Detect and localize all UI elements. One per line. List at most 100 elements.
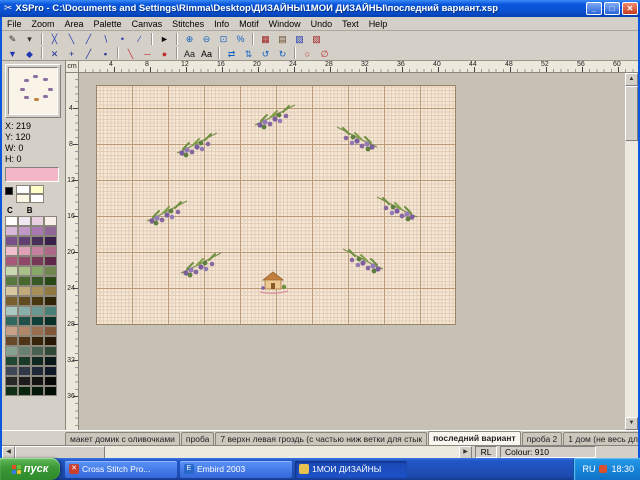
backstitch-red-icon[interactable]: ╲ (123, 47, 138, 60)
menu-motif[interactable]: Motif (234, 19, 264, 29)
palette-swatch[interactable] (31, 326, 44, 336)
stitch-canvas[interactable]: ▲ ▼ (79, 73, 638, 430)
menu-stitches[interactable]: Stitches (167, 19, 209, 29)
flip-vertical-icon[interactable]: ⇅ (241, 47, 256, 60)
palette-swatch[interactable] (18, 346, 31, 356)
palette-swatch[interactable] (18, 386, 31, 396)
palette-swatch[interactable] (5, 356, 18, 366)
design-tab[interactable]: проба (181, 432, 214, 445)
language-indicator[interactable]: RU (582, 464, 595, 474)
palette-swatch[interactable] (5, 306, 18, 316)
palette-swatch[interactable] (5, 236, 18, 246)
palette-swatch[interactable] (44, 236, 57, 246)
palette-swatch[interactable] (31, 256, 44, 266)
start-button[interactable]: пуск (0, 458, 60, 480)
horizontal-scroll-track[interactable] (15, 446, 459, 459)
palette-swatch[interactable] (44, 316, 57, 326)
scroll-right-icon[interactable]: ▶ (459, 446, 472, 459)
knot-red-icon[interactable]: ● (157, 47, 172, 60)
palette-swatch[interactable] (18, 246, 31, 256)
thread-palette-icon[interactable]: ▨ (309, 32, 324, 45)
zoom-out-icon[interactable]: ⊖ (199, 32, 214, 45)
palette-swatch[interactable] (5, 216, 18, 226)
palette-swatch[interactable] (18, 326, 31, 336)
menu-undo[interactable]: Undo (306, 19, 338, 29)
palette-swatch[interactable] (44, 326, 57, 336)
design-tab[interactable]: последний вариант (428, 431, 521, 445)
palette-swatch[interactable] (44, 386, 57, 396)
stitch-dot-icon[interactable]: ▪ (98, 47, 113, 60)
menu-canvas[interactable]: Canvas (127, 19, 168, 29)
menu-file[interactable]: File (2, 19, 27, 29)
rotate-right-icon[interactable]: ↻ (275, 47, 290, 60)
text-small-icon[interactable]: Aa (182, 47, 197, 60)
text-large-icon[interactable]: Aa (199, 47, 214, 60)
taskbar-task[interactable]: 1МОИ ДИЗАЙНЫ (295, 461, 407, 478)
fill-tool-icon[interactable]: ◆ (22, 47, 37, 60)
palette-swatch[interactable] (5, 286, 18, 296)
palette-swatch[interactable] (5, 386, 18, 396)
palette-swatch[interactable] (5, 346, 18, 356)
palette-swatch[interactable] (44, 246, 57, 256)
vertical-scroll-thumb[interactable] (625, 86, 638, 141)
palette-swatch[interactable] (18, 336, 31, 346)
menu-help[interactable]: Help (364, 19, 393, 29)
palette-swatch[interactable] (31, 356, 44, 366)
palette-swatch[interactable] (5, 316, 18, 326)
quick-color-swatch[interactable] (16, 194, 30, 203)
palette-swatch[interactable] (31, 276, 44, 286)
taskbar-task[interactable]: ✕Cross Stitch Pro... (65, 461, 177, 478)
scroll-down-icon[interactable]: ▼ (625, 417, 638, 430)
half-stitch-ne-tool-icon[interactable]: ╱ (81, 32, 96, 45)
pencil-dropdown-icon[interactable]: ▾ (22, 32, 37, 45)
stitch-x-icon[interactable]: ✕ (47, 47, 62, 60)
palette-swatch[interactable] (31, 336, 44, 346)
palette-swatch[interactable] (18, 216, 31, 226)
design-tab[interactable]: 7 верхн левая гроздь (с частью ниж ветки… (215, 432, 427, 445)
design-tab[interactable]: проба 2 (522, 432, 563, 445)
palette-swatch[interactable] (44, 276, 57, 286)
flip-horizontal-icon[interactable]: ⇄ (224, 47, 239, 60)
grid-toggle-icon[interactable]: ▤ (275, 32, 290, 45)
palette-swatch[interactable] (18, 276, 31, 286)
stitch-half-icon[interactable]: ╱ (81, 47, 96, 60)
palette-swatch[interactable] (18, 256, 31, 266)
zoom-in-icon[interactable]: ⊕ (182, 32, 197, 45)
menu-window[interactable]: Window (264, 19, 306, 29)
status-mode[interactable]: RL (475, 446, 497, 458)
palette-swatch[interactable] (18, 266, 31, 276)
straight-stitch-icon[interactable]: ─ (140, 47, 155, 60)
palette-swatch[interactable] (31, 296, 44, 306)
palette-swatch[interactable] (44, 336, 57, 346)
palette-swatch[interactable] (31, 316, 44, 326)
close-button[interactable]: ✕ (622, 2, 638, 15)
palette-swatch[interactable] (44, 346, 57, 356)
minimize-button[interactable]: _ (586, 2, 602, 15)
palette-swatch[interactable] (31, 366, 44, 376)
french-knot-tool-icon[interactable]: • (115, 32, 130, 45)
scroll-left-icon[interactable]: ◀ (2, 446, 15, 459)
menu-text[interactable]: Text (337, 19, 364, 29)
palette-swatch[interactable] (31, 236, 44, 246)
palette-swatch[interactable] (31, 386, 44, 396)
palette-swatch[interactable] (18, 366, 31, 376)
palette-swatch[interactable] (5, 376, 18, 386)
rotate-left-icon[interactable]: ↺ (258, 47, 273, 60)
zoom-percent-icon[interactable]: % (233, 32, 248, 45)
menu-area[interactable]: Area (60, 19, 89, 29)
color-picker-icon[interactable]: ▼ (5, 47, 20, 60)
design-preview[interactable] (8, 67, 58, 115)
palette-swatch[interactable] (31, 266, 44, 276)
quick-color-swatch[interactable] (16, 185, 30, 194)
palette-swatch[interactable] (44, 256, 57, 266)
palette-swatch[interactable] (5, 366, 18, 376)
stitch-cross-icon[interactable]: + (64, 47, 79, 60)
palette-swatch[interactable] (5, 256, 18, 266)
palette-swatch[interactable] (18, 356, 31, 366)
pencil-tool-icon[interactable]: ✎ (5, 32, 20, 45)
palette-swatch[interactable] (44, 286, 57, 296)
select-arrow-tool-icon[interactable]: ► (157, 32, 172, 45)
fabric-color-icon[interactable]: ▧ (292, 32, 307, 45)
line-tool-icon[interactable]: ∕ (132, 32, 147, 45)
palette-swatch[interactable] (18, 376, 31, 386)
